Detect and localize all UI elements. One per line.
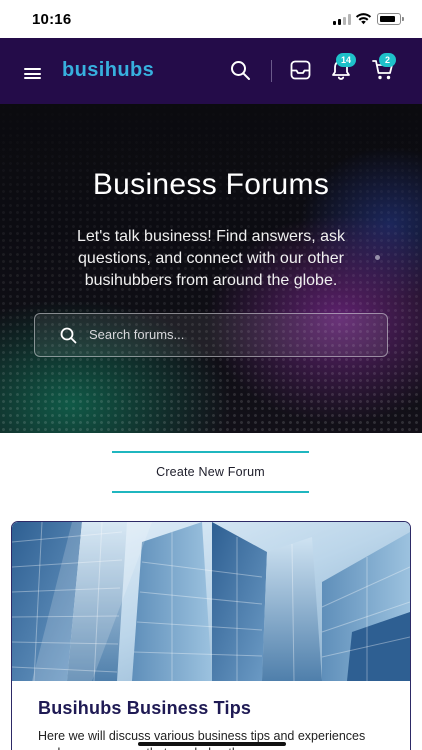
forum-description: Here we will discuss various business ti… — [38, 729, 366, 750]
hero-banner: Business Forums Let's talk business! Fin… — [0, 104, 422, 433]
header-divider — [271, 60, 272, 82]
forum-title[interactable]: Busihubs Business Tips — [38, 698, 251, 719]
search-icon — [60, 327, 77, 344]
notification-badge: 14 — [336, 53, 356, 67]
battery-icon — [377, 13, 404, 25]
forum-card-body: Busihubs Business Tips Here we will disc… — [12, 681, 410, 750]
search-placeholder: Search forums... — [89, 327, 185, 342]
forum-search-input[interactable]: Search forums... — [34, 313, 388, 357]
page-title: Business Forums — [92, 168, 330, 201]
logo[interactable]: busihubs — [62, 59, 154, 82]
create-forum-button[interactable]: Create New Forum — [112, 451, 309, 493]
hero-subtitle: Let's talk business! Find answers, ask q… — [76, 228, 346, 289]
decorative-dot — [375, 255, 380, 260]
signal-icon — [333, 14, 351, 25]
forum-card[interactable]: Busihubs Business Tips Here we will disc… — [11, 521, 411, 750]
search-icon[interactable] — [230, 60, 251, 81]
forum-card-image — [12, 522, 410, 681]
inbox-icon[interactable] — [290, 60, 311, 80]
status-bar: 10:16 — [0, 0, 422, 38]
app-header: busihubs 14 2 — [0, 38, 422, 104]
home-indicator — [138, 742, 286, 746]
wifi-icon — [355, 13, 372, 25]
cart-badge: 2 — [379, 53, 396, 67]
menu-icon[interactable] — [24, 68, 41, 79]
status-time: 10:16 — [32, 11, 72, 28]
